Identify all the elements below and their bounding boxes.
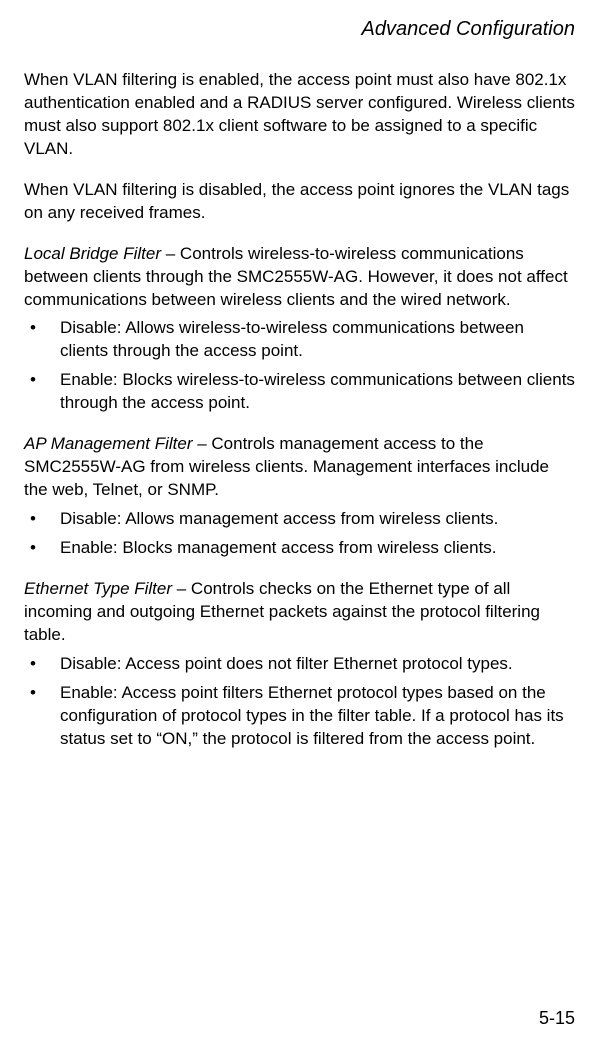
list-item: Disable: Allows wireless-to-wireless com… [24,317,575,363]
page-number: 5-15 [539,1008,575,1029]
section-ap-mgmt: AP Management Filter – Controls manageme… [24,433,575,560]
list-item: Enable: Blocks wireless-to-wireless comm… [24,369,575,415]
eth-type-term: Ethernet Type Filter [24,579,172,598]
paragraph-vlan-enabled: When VLAN filtering is enabled, the acce… [24,69,575,161]
ap-mgmt-term: AP Management Filter [24,434,193,453]
local-bridge-term: Local Bridge Filter [24,244,161,263]
list-item: Enable: Access point filters Ethernet pr… [24,682,575,751]
list-item: Disable: Access point does not filter Et… [24,653,575,676]
eth-type-desc: Ethernet Type Filter – Controls checks o… [24,578,575,647]
ap-mgmt-bullets: Disable: Allows management access from w… [24,508,575,560]
section-local-bridge: Local Bridge Filter – Controls wireless-… [24,243,575,416]
paragraph-vlan-disabled: When VLAN filtering is disabled, the acc… [24,179,575,225]
section-eth-type: Ethernet Type Filter – Controls checks o… [24,578,575,751]
ap-mgmt-desc: AP Management Filter – Controls manageme… [24,433,575,502]
page-header: Advanced Configuration [24,18,575,41]
list-item: Enable: Blocks management access from wi… [24,537,575,560]
local-bridge-desc: Local Bridge Filter – Controls wireless-… [24,243,575,312]
page-container: Advanced Configuration When VLAN filteri… [0,0,599,1047]
list-item: Disable: Allows management access from w… [24,508,575,531]
local-bridge-bullets: Disable: Allows wireless-to-wireless com… [24,317,575,415]
eth-type-bullets: Disable: Access point does not filter Et… [24,653,575,751]
